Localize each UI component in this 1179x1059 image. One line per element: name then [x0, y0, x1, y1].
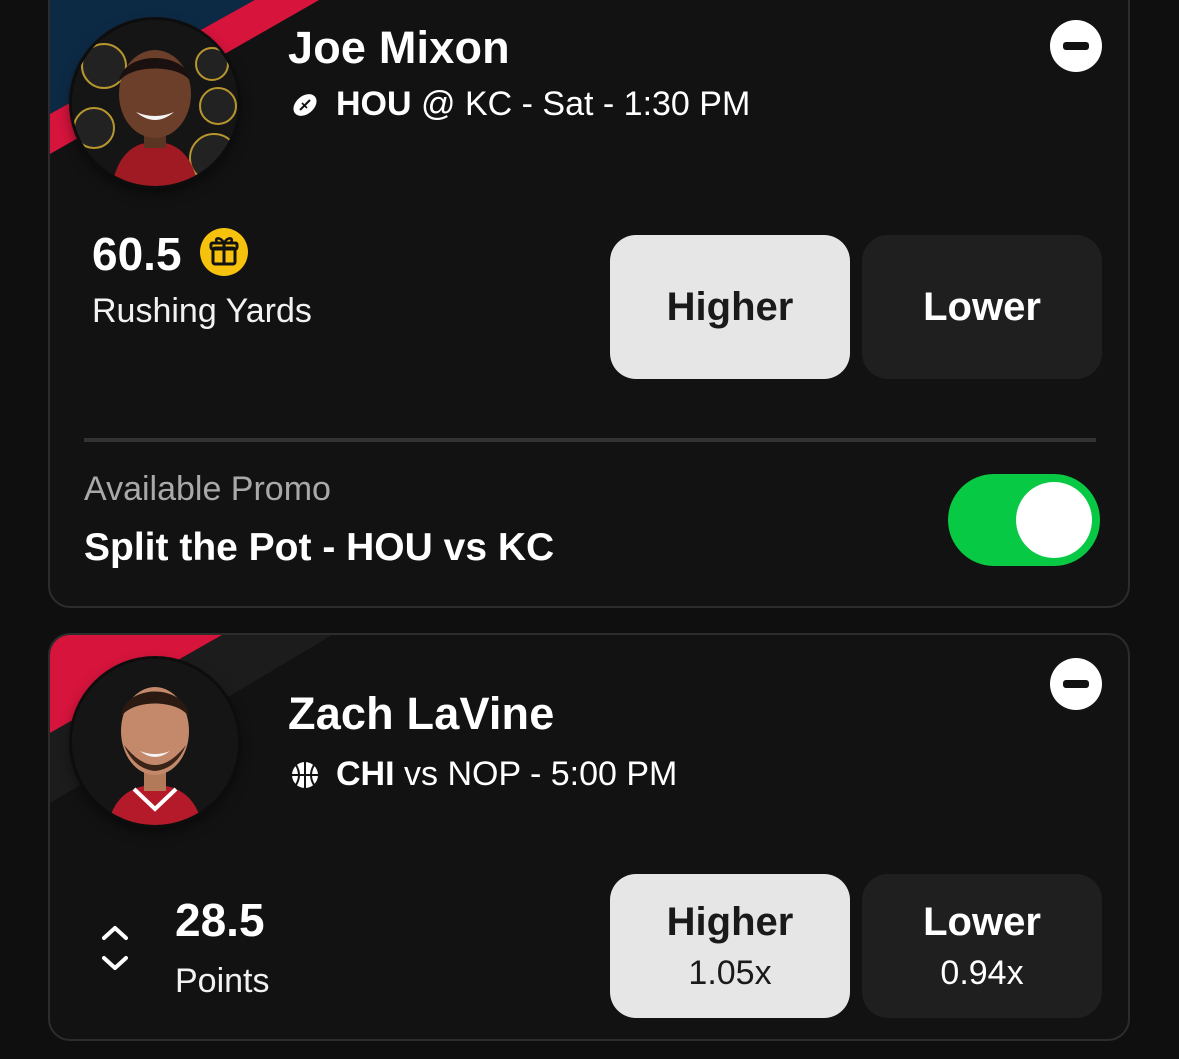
player-name: Joe Mixon: [288, 22, 510, 73]
game-info: CHI vs NOP - 5:00 PM: [290, 755, 677, 794]
lower-button[interactable]: Lower 0.94x: [862, 874, 1102, 1018]
remove-pick-button[interactable]: [1050, 658, 1102, 710]
team-abbreviation: CHI: [336, 755, 395, 793]
basketball-icon: [290, 760, 320, 790]
lower-button[interactable]: Lower: [862, 235, 1102, 379]
promo-caption: Available Promo: [84, 470, 331, 508]
toggle-knob: [1016, 482, 1092, 558]
promo-gift-icon: [200, 228, 248, 276]
promo-toggle[interactable]: [948, 474, 1100, 566]
higher-label: Higher: [666, 285, 794, 329]
pick-card-zach-lavine: Zach LaVine CHI vs NOP - 5:00 PM 28.5 Po…: [48, 633, 1130, 1041]
higher-button[interactable]: Higher: [610, 235, 850, 379]
higher-button[interactable]: Higher 1.05x: [610, 874, 850, 1018]
lower-label: Lower: [923, 899, 1041, 944]
stat-type-label: Rushing Yards: [92, 292, 312, 330]
football-icon: [290, 90, 320, 120]
lower-multiplier: 0.94x: [940, 953, 1024, 992]
stat-line-value: 60.5: [92, 228, 182, 280]
lower-label: Lower: [923, 285, 1041, 329]
game-info: HOU @ KC - Sat - 1:30 PM: [290, 85, 750, 124]
player-name: Zach LaVine: [288, 688, 555, 739]
chevron-up-down-icon[interactable]: [98, 918, 132, 978]
stat-line-value: 28.5: [175, 894, 265, 946]
higher-label: Higher: [666, 899, 794, 944]
higher-multiplier: 1.05x: [688, 953, 772, 992]
promo-title: Split the Pot - HOU vs KC: [84, 526, 555, 569]
matchup-details: @ KC - Sat - 1:30 PM: [421, 85, 751, 123]
divider: [84, 438, 1096, 442]
stat-type-label: Points: [175, 962, 270, 1000]
player-avatar: [72, 659, 238, 825]
pick-card-joe-mixon: Joe Mixon HOU @ KC - Sat - 1:30 PM 60.5 …: [48, 0, 1130, 608]
matchup-details: vs NOP - 5:00 PM: [404, 755, 678, 793]
team-abbreviation: HOU: [336, 85, 412, 123]
player-avatar: [72, 20, 238, 186]
remove-pick-button[interactable]: [1050, 20, 1102, 72]
